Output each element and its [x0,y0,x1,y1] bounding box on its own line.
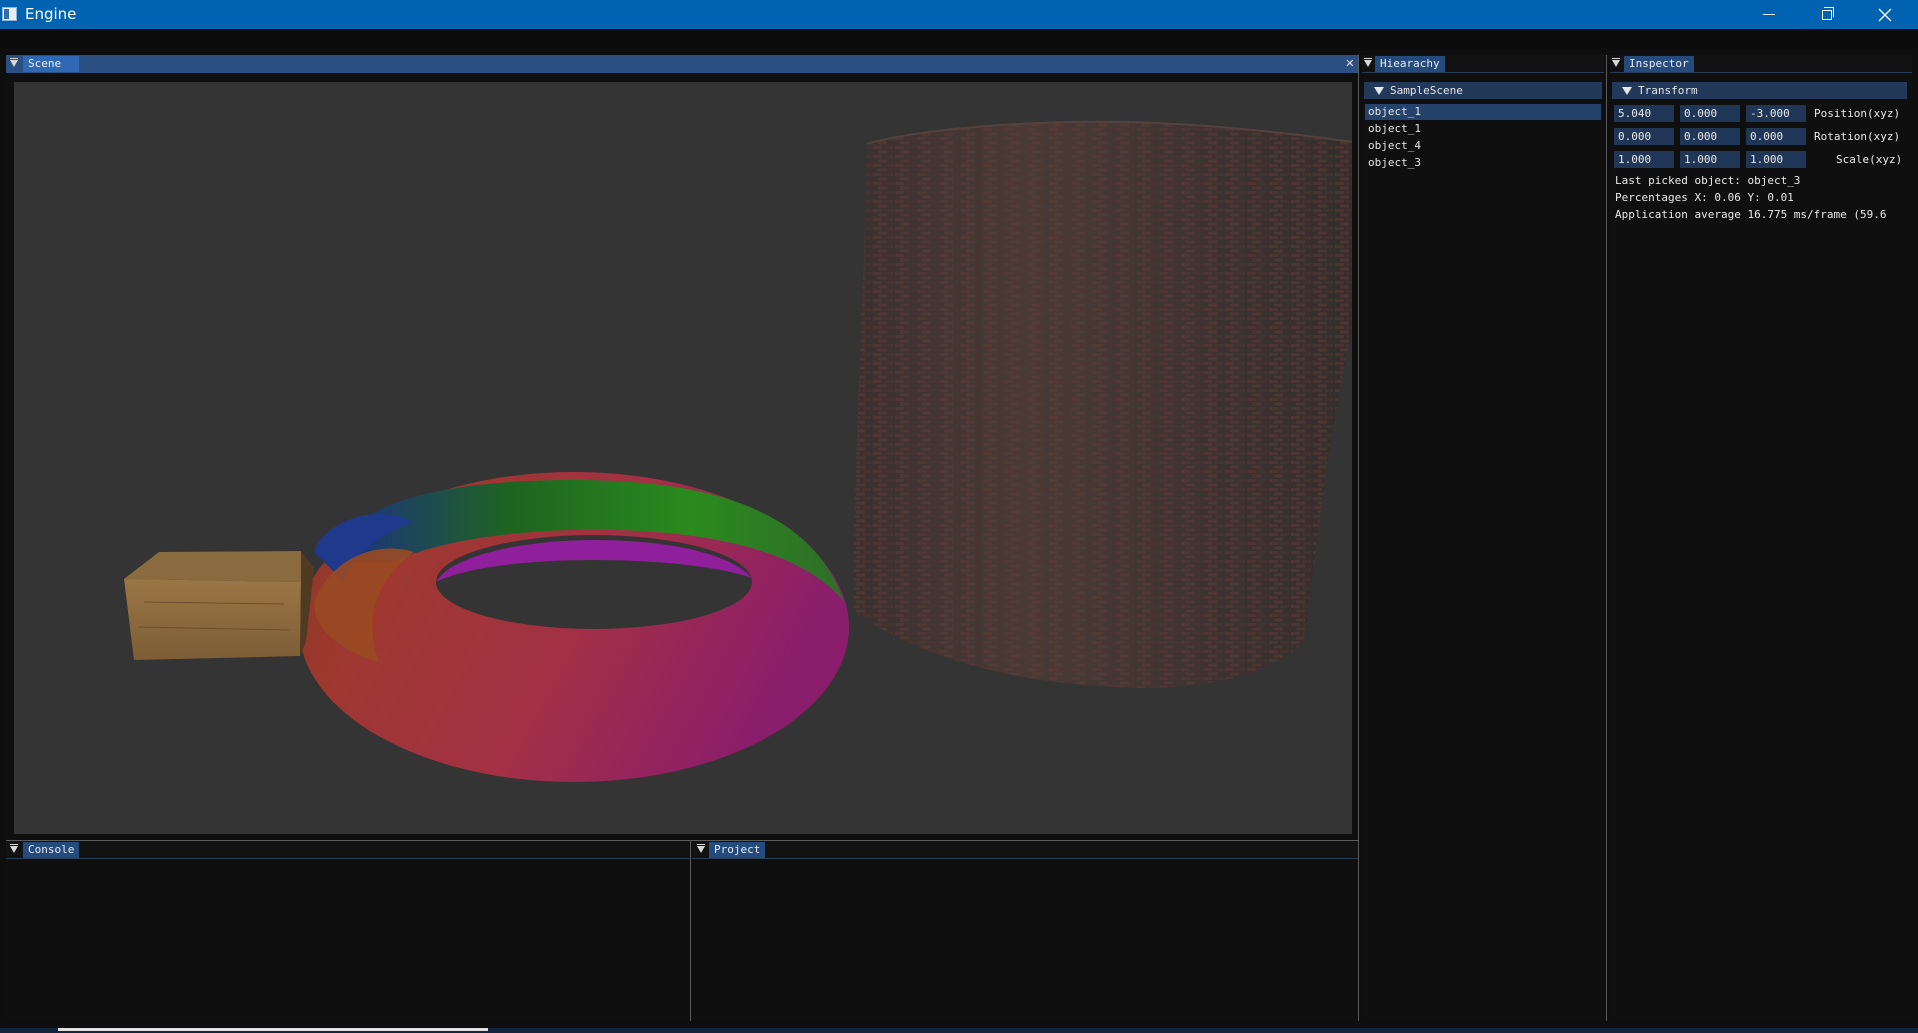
rotation-y-field[interactable]: 0.000 [1680,128,1740,145]
tab-scene[interactable]: Scene [23,56,79,72]
scale-y-field[interactable]: 1.000 [1680,151,1740,168]
window-titlebar[interactable]: Engine [0,0,1918,29]
transform-section-label: Transform [1638,84,1698,97]
close-icon [1878,8,1892,21]
close-icon[interactable]: ✕ [1346,55,1354,72]
collapse-triangle-icon[interactable] [1612,58,1620,67]
menu-strip [0,29,1918,48]
maximize-button[interactable] [1798,0,1856,29]
window-app-icon [2,7,17,21]
last-picked-text: Last picked object: object_3 [1615,174,1801,187]
minimize-icon [1763,14,1775,15]
hierarchy-item[interactable]: object_3 [1365,155,1601,171]
scene-tree-root-label: SampleScene [1390,84,1463,97]
tab-console[interactable]: Console [23,842,80,858]
panel-divider[interactable] [1606,55,1607,1021]
hierarchy-item[interactable]: object_4 [1365,138,1601,154]
scene-tree-root[interactable]: SampleScene [1364,82,1602,99]
scene-render [124,120,1352,782]
collapse-triangle-icon[interactable] [10,844,18,853]
scale-label: Scale(xyz) [1836,153,1903,166]
percentages-text: Percentages X: 0.06 Y: 0.01 [1615,191,1794,204]
inspector-panel: Inspector Transform 5.040 0.000 -3.000 P… [1610,55,1912,1021]
expand-arrow-icon[interactable] [1622,87,1632,95]
hierarchy-item[interactable]: object_1 [1365,104,1601,120]
collapse-triangle-icon[interactable] [10,58,18,67]
wooden-box [124,551,314,660]
position-x-field[interactable]: 5.040 [1614,105,1674,122]
close-window-button[interactable] [1856,0,1914,29]
rainbow-torus [299,472,849,782]
scale-z-field[interactable]: 1.000 [1746,151,1806,168]
scale-x-field[interactable]: 1.000 [1614,151,1674,168]
collapse-triangle-icon[interactable] [1364,58,1372,67]
tab-inspector[interactable]: Inspector [1624,56,1694,72]
maximize-icon [1822,6,1834,20]
position-label: Position(xyz) [1814,107,1901,120]
hierarchy-item[interactable]: object_1 [1365,121,1601,137]
hierarchy-panel: Hiearachy SampleScene object_1 object_1 … [1362,55,1604,1021]
project-panel: Project [692,841,1358,1021]
rotation-x-field[interactable]: 0.000 [1614,128,1674,145]
panel-divider[interactable] [1358,55,1359,1021]
position-z-field[interactable]: -3.000 [1746,105,1806,122]
tab-project[interactable]: Project [709,842,766,858]
scene-viewport[interactable] [14,82,1352,834]
console-panel: Console [6,841,691,1021]
rotation-label: Rotation(xyz) [1814,130,1901,143]
scene-panel-header[interactable]: Scene ✕ [6,55,1358,73]
position-y-field[interactable]: 0.000 [1680,105,1740,122]
minimize-button[interactable] [1740,0,1798,29]
project-panel-header[interactable]: Project [692,841,1358,859]
collapse-triangle-icon[interactable] [697,844,705,853]
tab-hierarchy[interactable]: Hiearachy [1375,56,1445,72]
fps-text: Application average 16.775 ms/frame (59.… [1615,208,1887,221]
hierarchy-panel-header[interactable]: Hiearachy [1362,55,1604,73]
window-title: Engine [25,5,77,23]
rotation-z-field[interactable]: 0.000 [1746,128,1806,145]
scene-panel: Scene ✕ [6,55,1358,840]
transform-section-header[interactable]: Transform [1612,82,1907,99]
taskbar-highlight [58,1028,488,1031]
inspector-panel-header[interactable]: Inspector [1610,55,1912,73]
expand-arrow-icon[interactable] [1374,87,1384,95]
brick-cylinder [853,120,1352,688]
console-panel-header[interactable]: Console [6,841,690,859]
